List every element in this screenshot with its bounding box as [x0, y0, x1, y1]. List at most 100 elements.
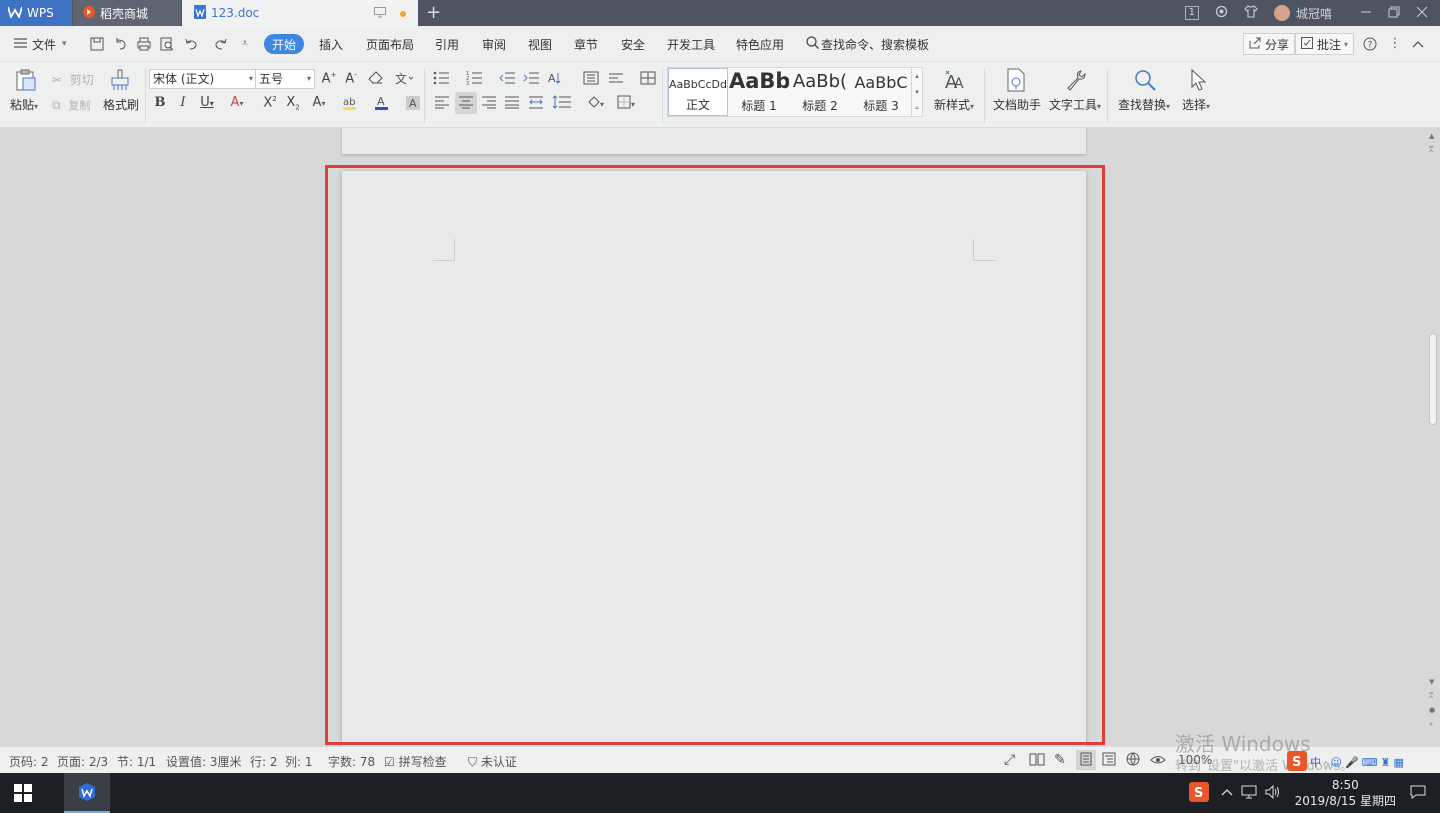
justify-icon[interactable]	[503, 95, 521, 113]
find-replace-button[interactable]: 查找替换▾	[1118, 96, 1170, 113]
border-icon[interactable]: ▾	[617, 95, 635, 113]
scrollbar-thumb[interactable]	[1429, 333, 1437, 425]
menu-tab-insert[interactable]: 插入	[319, 26, 343, 62]
redo-icon[interactable]	[214, 37, 228, 51]
align-left-icon[interactable]	[433, 95, 451, 113]
web-view-icon[interactable]	[1126, 752, 1140, 770]
style-heading-3[interactable]: AaBbC 标题 3	[851, 68, 911, 116]
monitor-icon[interactable]	[374, 7, 386, 21]
scroll-up-icon[interactable]: ▲	[1429, 132, 1434, 140]
fullscreen-icon[interactable]: ⤢	[1004, 752, 1015, 768]
status-setting-value[interactable]: 设置值: 3厘米	[166, 753, 242, 770]
ime-mic-icon[interactable]: 🎤	[1345, 756, 1359, 769]
page-down-icon[interactable]: ⩡	[1429, 720, 1433, 729]
reading-mode-icon[interactable]	[1029, 752, 1045, 770]
text-direction-icon[interactable]: A	[548, 71, 566, 89]
previous-page[interactable]	[342, 128, 1086, 154]
tab-document[interactable]: 123.doc	[182, 0, 418, 26]
strikethrough-icon[interactable]: A▾	[228, 95, 246, 110]
notification-icon[interactable]	[1410, 785, 1426, 802]
tab-wps-home[interactable]: WPS	[0, 0, 72, 26]
command-search[interactable]: 查找命令、搜索模板	[806, 26, 929, 62]
cursor-icon[interactable]	[1187, 68, 1211, 92]
certification-status[interactable]: ⛉ 未认证	[468, 753, 517, 770]
spell-check-button[interactable]: ☑ 拼写检查	[384, 753, 447, 770]
highlight-color-icon[interactable]: ab	[342, 95, 360, 115]
share-button[interactable]: 分享	[1243, 33, 1296, 55]
doc-assistant-button[interactable]: 文档助手	[993, 96, 1041, 113]
new-tab-button[interactable]: +	[426, 2, 441, 23]
collapse-ribbon-icon[interactable]	[1411, 37, 1425, 51]
sync-icon[interactable]	[1215, 5, 1228, 21]
style-normal[interactable]: AaBbCcDd 正文	[668, 68, 728, 116]
char-shading-icon[interactable]: A	[404, 95, 422, 115]
sogou-ime-icon[interactable]: S	[1188, 781, 1209, 805]
close-button[interactable]	[1416, 6, 1428, 21]
underline-icon[interactable]: U▾	[198, 95, 216, 110]
print-icon[interactable]	[137, 37, 151, 51]
page-up-icon[interactable]: ⩞	[1429, 146, 1433, 155]
font-color-icon[interactable]: A	[373, 95, 391, 115]
minimize-button[interactable]	[1360, 6, 1372, 21]
doc-assistant-icon[interactable]	[1004, 68, 1028, 92]
customize-toolbar-icon[interactable]: ⩡	[238, 37, 252, 51]
style-heading-1[interactable]: AaBb 标题 1	[729, 68, 789, 116]
bullet-list-icon[interactable]	[433, 71, 451, 89]
vertical-scrollbar[interactable]: ▲ ⩞ ▼ ⩞ ● ⩡	[1426, 128, 1440, 746]
bold-icon[interactable]: B	[151, 95, 169, 110]
subscript-icon[interactable]: X2	[284, 95, 302, 112]
numbered-list-icon[interactable]: 123	[466, 71, 484, 89]
ime-emoji-icon[interactable]: ☺	[1331, 756, 1342, 769]
status-page-number[interactable]: 页码: 2	[9, 753, 49, 770]
line-spacing-icon[interactable]	[552, 95, 571, 113]
superscript-icon[interactable]: X2	[261, 95, 279, 110]
distributed-align-icon[interactable]	[527, 95, 545, 113]
browse-object-icon[interactable]: ●	[1429, 706, 1435, 714]
edit-pen-icon[interactable]: ✎	[1054, 752, 1066, 768]
chinese-layout-icon[interactable]	[582, 71, 600, 89]
menu-tab-security[interactable]: 安全	[621, 26, 645, 62]
skin-shirt-icon[interactable]	[1244, 5, 1258, 21]
find-replace-icon[interactable]	[1133, 68, 1157, 92]
window-count-badge[interactable]: 1	[1184, 6, 1199, 20]
eye-protection-icon[interactable]	[1150, 752, 1166, 770]
windows-start-icon[interactable]	[14, 784, 32, 802]
status-row[interactable]: 行: 2	[250, 753, 278, 770]
status-pages[interactable]: 页面: 2/3	[57, 753, 108, 770]
style-heading-2[interactable]: AaBb( 标题 2	[790, 68, 850, 116]
ime-tools-icon[interactable]: ▦	[1393, 756, 1403, 769]
menu-tab-special-apps[interactable]: 特色应用	[736, 26, 784, 62]
status-word-count[interactable]: 字数: 78	[328, 753, 375, 770]
cut-button[interactable]: ✂ 剪切	[52, 71, 94, 88]
menu-tab-chapter[interactable]: 章节	[574, 26, 598, 62]
ime-logo-icon[interactable]: S	[1287, 750, 1307, 774]
show-hidden-icons[interactable]	[1221, 786, 1233, 800]
scroll-down-icon[interactable]: ▼	[1429, 678, 1434, 686]
user-avatar[interactable]	[1273, 5, 1290, 21]
page-view-icon[interactable]	[1076, 750, 1096, 770]
file-menu[interactable]: 文件 ▾	[14, 26, 67, 62]
ime-punctuation-icon[interactable]: ·	[1324, 756, 1328, 769]
font-size-select[interactable]: 五号 ▾	[255, 69, 315, 89]
select-button[interactable]: 选择▾	[1182, 96, 1210, 113]
taskbar-wps-app[interactable]	[64, 773, 110, 813]
decrease-indent-icon[interactable]	[498, 71, 516, 89]
page-up-button-icon[interactable]: ⩞	[1429, 692, 1433, 701]
ime-skin-icon[interactable]: ♜	[1381, 756, 1391, 769]
align-right-icon[interactable]	[480, 95, 498, 113]
more-options-icon[interactable]: ⋮	[1388, 37, 1402, 51]
menu-tab-start[interactable]: 开始	[264, 34, 305, 54]
tab-docer-shop[interactable]: 稻壳商城	[73, 0, 181, 26]
line-sort-icon[interactable]	[607, 71, 625, 89]
network-icon[interactable]	[1241, 785, 1257, 802]
phonetic-guide-icon[interactable]: 文	[395, 71, 414, 89]
print-preview-icon[interactable]	[160, 37, 174, 51]
status-section[interactable]: 节: 1/1	[117, 753, 156, 770]
format-painter-button[interactable]: 格式刷	[103, 96, 139, 113]
ime-keyboard-icon[interactable]: ⌨	[1362, 756, 1378, 769]
new-style-icon[interactable]: AA	[943, 68, 967, 93]
align-center-icon[interactable]	[455, 92, 477, 114]
undo-icon[interactable]	[184, 37, 198, 51]
comment-button[interactable]: 批注 ▾	[1295, 33, 1355, 55]
text-effect-icon[interactable]: A▾	[310, 95, 328, 110]
